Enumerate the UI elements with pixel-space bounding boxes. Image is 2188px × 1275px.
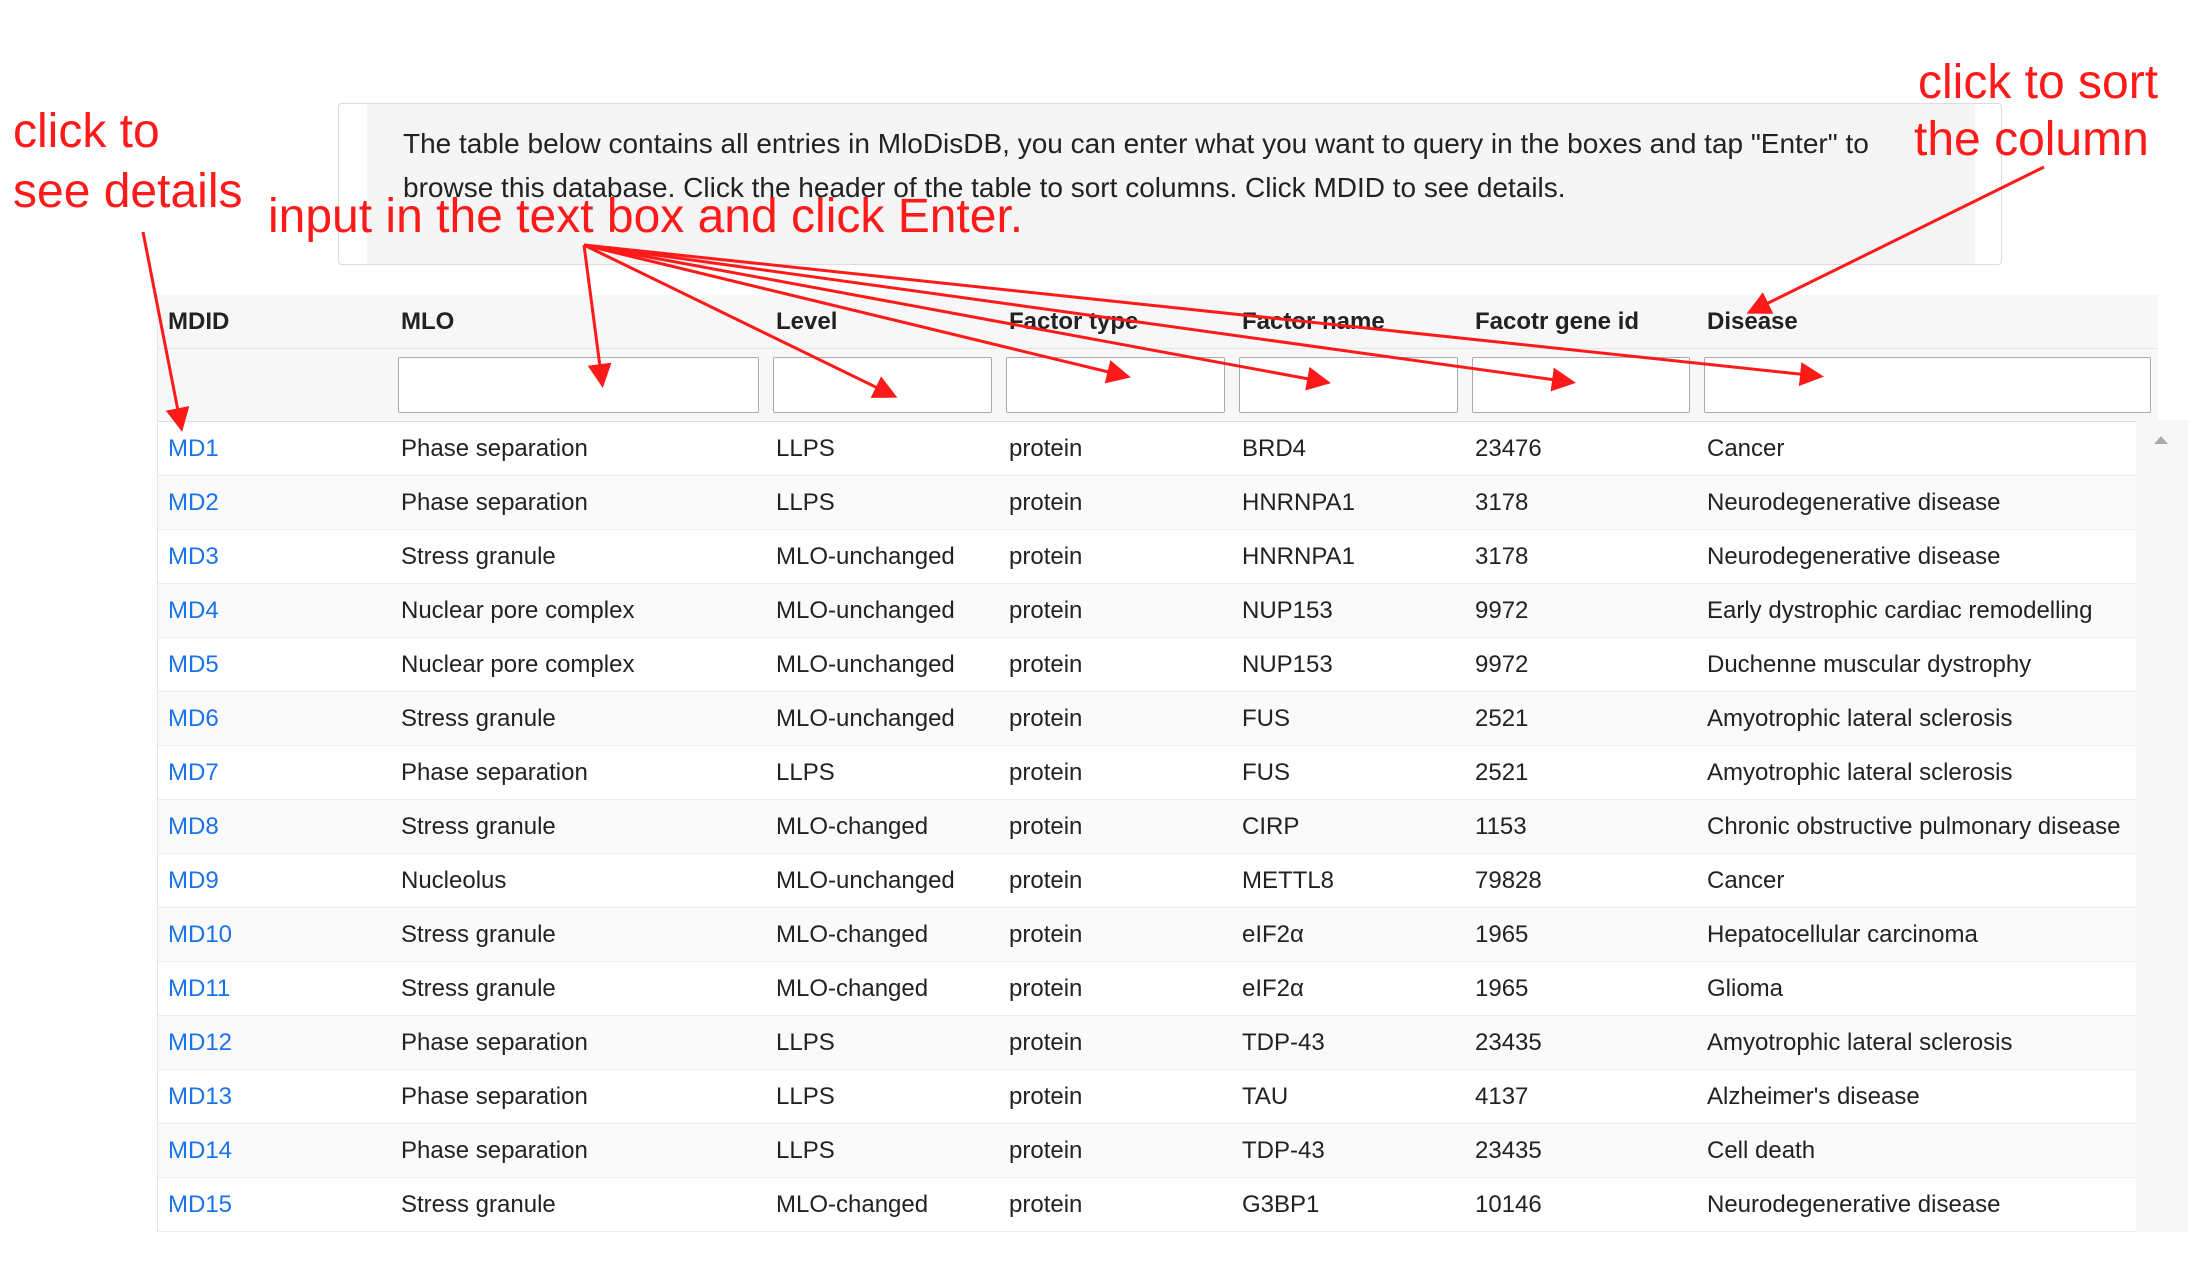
arrow-to-factor-name-input <box>583 243 1331 391</box>
arrow-to-gene-id-input <box>583 243 1576 392</box>
annotation-arrows <box>141 165 2045 432</box>
arrow-to-disease-input <box>583 243 1824 387</box>
arrow-to-mdid <box>141 231 190 432</box>
arrow-to-mlo-input <box>582 244 612 388</box>
arrow-to-disease-header <box>1746 165 2045 314</box>
arrow-to-factor-type-input <box>583 243 1131 384</box>
